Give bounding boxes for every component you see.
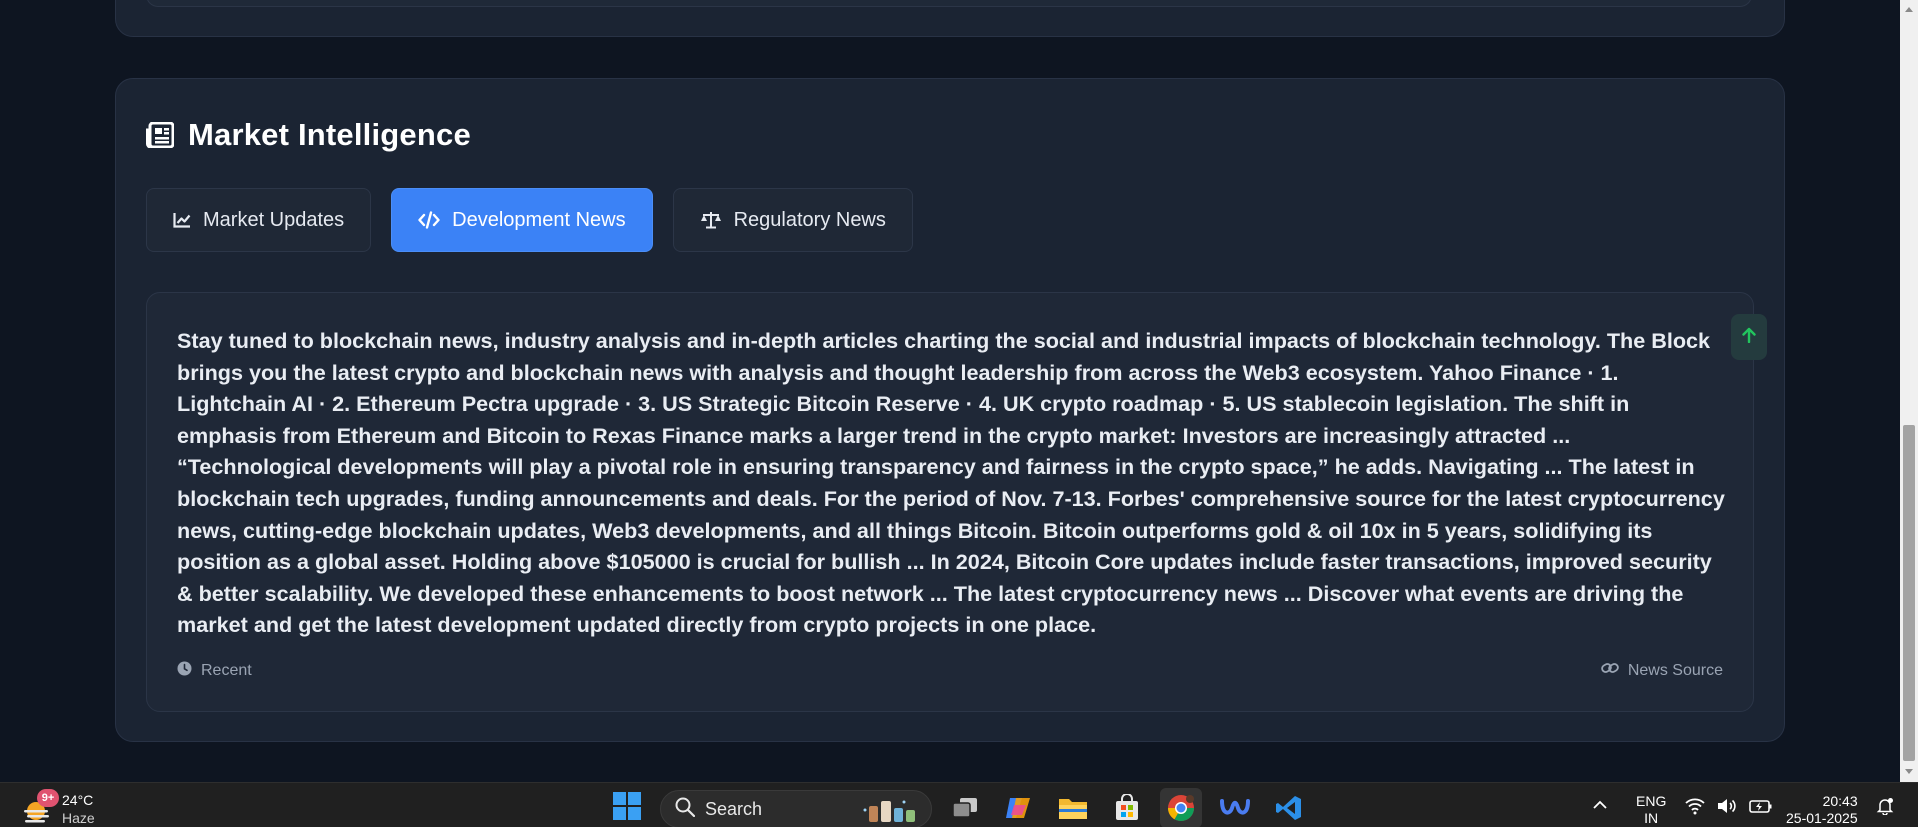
scrollbar-thumb[interactable] [1903, 425, 1915, 761]
webex-icon[interactable] [1214, 788, 1256, 827]
weather-widget[interactable]: 9+ 24°C Haze [22, 789, 95, 827]
code-icon [418, 211, 440, 229]
search-highlight-icon [861, 798, 919, 827]
news-body: Stay tuned to blockchain news, industry … [177, 328, 1725, 638]
tab-label: Regulatory News [733, 208, 886, 231]
section-title: Market Intelligence [188, 117, 471, 152]
search-placeholder: Search [705, 798, 763, 819]
wifi-icon [1685, 797, 1705, 820]
scroll-down-arrow-icon[interactable] [1903, 766, 1915, 778]
language-code: ENG [1636, 793, 1667, 809]
weather-text: 24°C Haze [62, 791, 95, 827]
news-source-link[interactable]: News Source [1601, 661, 1723, 680]
previous-card-inner [146, 0, 1752, 7]
system-clock[interactable]: 20:43 25-01-2025 [1786, 793, 1858, 827]
market-intelligence-card: Market Intelligence Market Updates Devel… [115, 78, 1785, 742]
language-indicator[interactable]: ENG IN [1636, 793, 1666, 827]
notification-bell-icon[interactable] [1876, 797, 1894, 820]
windows-taskbar: 9+ 24°C Haze Search ENG IN 20:43 25-01-2… [0, 782, 1918, 827]
clock-icon [177, 661, 192, 681]
haze-weather-icon: 9+ [22, 789, 59, 825]
chart-line-icon [173, 212, 191, 228]
tab-label: Market Updates [203, 208, 345, 231]
task-view-icon[interactable] [944, 788, 986, 827]
taskbar-search[interactable]: Search [660, 790, 932, 827]
news-tabs: Market Updates Development News Regulato… [146, 188, 913, 252]
language-region: IN [1644, 810, 1659, 826]
card-header: Market Intelligence [146, 115, 471, 155]
arrow-up-icon [1742, 327, 1756, 348]
scale-icon [700, 211, 722, 229]
clock-date: 25-01-2025 [1786, 810, 1858, 826]
battery-icon [1749, 797, 1773, 820]
system-tray[interactable] [1685, 797, 1773, 820]
microsoft-store-icon[interactable] [1106, 788, 1148, 827]
weather-notification-badge: 9+ [37, 789, 59, 807]
newspaper-icon [146, 122, 174, 148]
chevron-up-icon[interactable] [1592, 797, 1608, 815]
clock-time: 20:43 [1822, 793, 1858, 809]
search-icon [675, 797, 696, 822]
scroll-top-button[interactable] [1731, 314, 1767, 360]
tab-label: Development News [452, 208, 626, 231]
news-content-panel: Stay tuned to blockchain news, industry … [146, 292, 1767, 712]
previous-card [115, 0, 1785, 37]
page-viewport: Market Intelligence Market Updates Devel… [0, 0, 1900, 782]
tab-development-news[interactable]: Development News [391, 188, 653, 252]
windows-start-icon[interactable] [612, 791, 642, 821]
news-timestamp: Recent [177, 661, 252, 681]
volume-icon [1717, 797, 1737, 820]
chrome-icon[interactable] [1160, 788, 1202, 827]
weather-condition: Haze [62, 810, 95, 826]
link-icon [1601, 661, 1619, 680]
weather-temperature: 24°C [62, 792, 94, 808]
vscode-icon[interactable] [1268, 788, 1310, 827]
scroll-up-arrow-icon[interactable] [1903, 3, 1915, 15]
timestamp-label: Recent [201, 662, 252, 679]
copilot-icon[interactable] [998, 788, 1040, 827]
vertical-scrollbar[interactable] [1900, 0, 1918, 782]
file-explorer-icon[interactable] [1052, 788, 1094, 827]
tab-regulatory-news[interactable]: Regulatory News [672, 188, 913, 252]
source-label: News Source [1627, 661, 1723, 679]
tab-market-updates[interactable]: Market Updates [146, 188, 372, 252]
